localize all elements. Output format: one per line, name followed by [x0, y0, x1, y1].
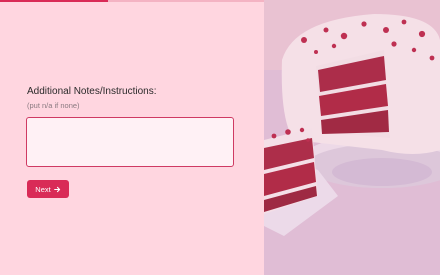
cake-illustration — [264, 0, 440, 275]
next-button[interactable]: Next — [27, 180, 69, 198]
progress-bar-fill — [0, 0, 109, 2]
next-button-label: Next — [35, 184, 51, 194]
form-panel: Additional Notes/Instructions: (put n/a … — [0, 0, 264, 275]
cake-photo — [264, 0, 440, 275]
arrow-right-icon — [53, 186, 60, 192]
question-hint: (put n/a if none) — [27, 101, 80, 110]
notes-textarea[interactable] — [26, 117, 234, 167]
progress-bar — [0, 0, 264, 2]
form-page: Additional Notes/Instructions: (put n/a … — [0, 0, 440, 275]
question-label: Additional Notes/Instructions: — [27, 86, 157, 97]
